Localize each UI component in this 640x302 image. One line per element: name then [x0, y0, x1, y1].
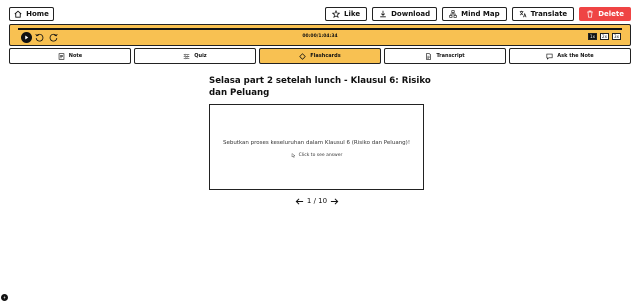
home-icon	[14, 10, 22, 18]
speed-3x[interactable]: 3x	[612, 33, 621, 40]
tab-transcript[interactable]: Transcript	[384, 48, 506, 64]
download-icon	[380, 10, 386, 18]
arrow-right-icon[interactable]	[330, 197, 339, 206]
translate-icon	[519, 10, 527, 18]
like-label: Like	[344, 10, 361, 18]
flashcards-icon	[299, 52, 307, 60]
mind-map-icon	[449, 10, 457, 18]
transcript-icon	[426, 52, 432, 60]
chat-icon	[546, 53, 553, 60]
progress-bar[interactable]	[18, 28, 622, 30]
flashcard-pager: 1 / 10	[295, 195, 339, 207]
tab-quiz[interactable]: Quiz	[134, 48, 256, 64]
tab-bar: Note Quiz Flashcards Transcript Ask the …	[9, 48, 631, 64]
tab-note[interactable]: Note	[9, 48, 131, 64]
flashcard-hint: Click to see answer	[210, 153, 423, 158]
tab-ask-the-note[interactable]: Ask the Note	[509, 48, 631, 64]
pointer-icon	[291, 153, 296, 158]
download-button[interactable]: Download	[372, 7, 438, 21]
arrow-left-icon[interactable]	[295, 197, 304, 206]
delete-button[interactable]: Delete	[579, 7, 631, 21]
translate-button[interactable]: Translate	[511, 7, 575, 21]
pager-count: 1 / 10	[306, 197, 328, 205]
bolt-glyph	[3, 295, 6, 300]
top-bar: Home Like Download Mind Map Translate De…	[9, 6, 631, 22]
note-icon	[58, 52, 65, 60]
speed-2x[interactable]: 2x	[600, 33, 609, 40]
delete-label: Delete	[598, 10, 624, 18]
speed-controls: 1x 2x 3x	[588, 33, 621, 40]
like-button[interactable]: Like	[325, 7, 368, 21]
page-title: Selasa part 2 setelah lunch - Klausul 6:…	[209, 76, 431, 98]
star-icon	[332, 10, 341, 18]
time-display: 00:00/1:04:34	[302, 34, 338, 39]
mind-map-button[interactable]: Mind Map	[442, 7, 507, 21]
tab-flashcards[interactable]: Flashcards	[259, 48, 381, 64]
speed-1x[interactable]: 1x	[588, 33, 597, 40]
bolt-icon[interactable]	[1, 294, 8, 301]
translate-label: Translate	[530, 10, 568, 18]
flashcard-question: Sebutkan proses keseluruhan dalam Klausu…	[222, 140, 411, 146]
tab-flashcards-label: Flashcards	[310, 53, 341, 59]
flashcard-hint-label: Click to see answer	[298, 153, 343, 158]
home-label: Home	[26, 10, 49, 18]
flashcard[interactable]: Sebutkan proses keseluruhan dalam Klausu…	[209, 104, 424, 190]
tab-note-label: Note	[68, 53, 83, 59]
home-button[interactable]: Home	[9, 7, 54, 21]
action-buttons: Like Download Mind Map Translate Delete	[325, 7, 631, 21]
audio-player: 00:00/1:04:34 1x 2x 3x	[9, 24, 631, 46]
trash-icon	[587, 10, 593, 18]
tab-transcript-label: Transcript	[436, 53, 465, 59]
quiz-icon	[183, 53, 190, 59]
tab-ask-the-note-label: Ask the Note	[557, 53, 594, 59]
tab-quiz-label: Quiz	[194, 53, 207, 59]
download-label: Download	[391, 10, 431, 18]
mind-map-label: Mind Map	[461, 10, 500, 18]
